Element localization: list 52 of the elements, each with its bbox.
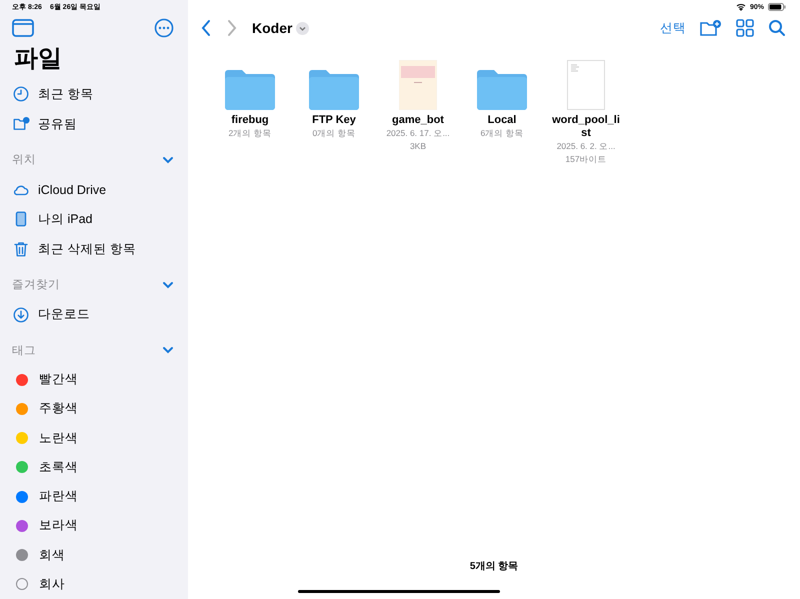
folder-icon (309, 70, 359, 110)
section-title: 태그 (12, 344, 36, 358)
folder-title: Koder (252, 20, 292, 36)
sidebar-item[interactable]: iCloud Drive (12, 174, 174, 204)
trash-icon (12, 240, 30, 258)
folder-icon (225, 70, 275, 110)
sidebar-item[interactable]: 최근 항목 (12, 80, 174, 110)
more-icon[interactable] (154, 18, 174, 38)
sidebar-item[interactable]: 공유됨 (12, 109, 174, 140)
sidebar-toggle-icon[interactable] (12, 18, 34, 37)
tag-item[interactable]: 노란색 (39, 430, 78, 447)
file-name[interactable]: Local (466, 114, 538, 127)
file-detail: 6개의 항목 (480, 127, 524, 140)
sidebar-item[interactable]: 최근 삭제된 항목 (12, 234, 174, 264)
document-thumbnail (399, 60, 437, 110)
sidebar-item[interactable]: 다운로드 (12, 300, 174, 330)
clock-icon (12, 85, 30, 104)
forward-icon[interactable] (226, 19, 238, 37)
search-icon[interactable] (768, 19, 786, 37)
grid-view-icon[interactable] (736, 19, 754, 37)
tag-item[interactable]: 파란색 (39, 488, 78, 506)
file-detail: 0개의 항목 (312, 127, 356, 140)
file-name[interactable]: game_bot (382, 114, 454, 127)
wifi-icon (736, 3, 746, 11)
tag-item[interactable]: 주황색 (39, 400, 78, 418)
sidebar-title: 파일 (14, 44, 63, 74)
tag-item[interactable]: 회색 (39, 546, 65, 564)
back-icon[interactable] (200, 19, 212, 37)
new-folder-icon[interactable] (700, 19, 722, 37)
tag-item[interactable]: 빨간색 (39, 371, 78, 388)
tag-item[interactable]: 회사 (39, 576, 65, 593)
tag-item[interactable]: 초록색 (39, 458, 78, 476)
file-detail: 2025. 6. 2. 오... (556, 140, 616, 153)
section-title: 위치 (12, 153, 36, 168)
select-button[interactable]: 선택 (660, 20, 686, 36)
file-detail: 157바이트 (565, 153, 607, 166)
sidebar-item[interactable]: 나의 iPad (12, 204, 174, 234)
file-name[interactable]: firebug (214, 114, 286, 127)
folder-icon (477, 70, 527, 110)
file-name[interactable]: word_pool_list (550, 114, 622, 140)
download-icon (12, 306, 30, 324)
chevron-icon[interactable] (296, 22, 310, 34)
file-detail: 2025. 6. 17. 오... (386, 127, 450, 140)
tag-item[interactable]: 보라색 (39, 517, 78, 534)
file-detail: 2개의 항목 (228, 127, 272, 140)
battery-icon (768, 3, 786, 11)
item-count: 5개의 항목 (470, 560, 518, 573)
tag-dot (16, 578, 28, 590)
document-thumbnail (567, 60, 605, 110)
file-detail: 3KB (410, 140, 426, 153)
file-name[interactable]: FTP Key (298, 114, 370, 127)
section-title: 즐겨찾기 (12, 278, 60, 292)
